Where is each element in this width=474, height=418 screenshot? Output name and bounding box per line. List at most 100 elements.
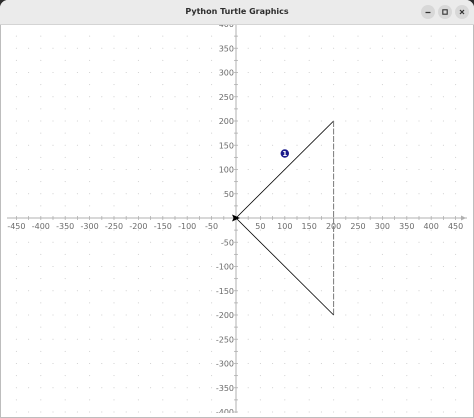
grid-dot bbox=[259, 120, 261, 122]
grid-dot bbox=[381, 144, 383, 146]
grid-dot bbox=[357, 265, 359, 268]
grid-dot bbox=[430, 96, 432, 98]
grid-dot bbox=[406, 265, 408, 268]
grid-dot bbox=[89, 108, 91, 110]
grid-dot bbox=[15, 314, 17, 316]
grid-dot bbox=[64, 265, 66, 268]
grid-dot bbox=[259, 290, 261, 292]
x-tick-label: -50 bbox=[205, 222, 218, 231]
grid-dot bbox=[40, 96, 42, 98]
grid-dot bbox=[64, 302, 66, 304]
grid-dot bbox=[125, 338, 127, 340]
maximize-button[interactable] bbox=[438, 5, 452, 19]
grid-dot bbox=[381, 411, 383, 413]
grid-dot bbox=[211, 156, 213, 158]
grid-dot bbox=[113, 84, 115, 86]
grid-dot bbox=[125, 362, 127, 365]
grid-dot bbox=[198, 338, 200, 340]
grid-dot bbox=[15, 181, 17, 183]
grid-dot bbox=[247, 241, 249, 243]
grid-dot bbox=[247, 193, 249, 195]
grid-dot bbox=[418, 265, 420, 268]
grid-dot bbox=[455, 338, 457, 340]
y-tick-label: -250 bbox=[216, 335, 234, 344]
grid-dot bbox=[15, 326, 17, 328]
grid-dot bbox=[442, 120, 444, 122]
y-tick-label: 50 bbox=[224, 190, 234, 199]
grid-dot bbox=[296, 120, 298, 122]
grid-dot bbox=[113, 193, 115, 195]
grid-dot bbox=[89, 326, 91, 328]
grid-dot bbox=[137, 144, 139, 146]
grid-dot bbox=[211, 193, 213, 195]
grid-dot bbox=[442, 71, 444, 74]
grid-dot bbox=[369, 241, 371, 243]
grid-dot bbox=[406, 375, 408, 377]
grid-dot bbox=[125, 314, 127, 316]
grid-dot bbox=[174, 314, 176, 316]
grid-dot bbox=[369, 144, 371, 146]
grid-dot bbox=[174, 241, 176, 243]
grid-dot bbox=[150, 314, 152, 316]
x-tick-label: 350 bbox=[399, 222, 414, 231]
x-tick-label: -450 bbox=[7, 222, 25, 231]
grid-dot bbox=[406, 144, 408, 146]
grid-dot bbox=[455, 181, 457, 183]
grid-dot bbox=[308, 411, 310, 413]
grid-dot bbox=[64, 35, 66, 37]
grid-dot bbox=[455, 96, 457, 98]
grid-dot bbox=[394, 193, 396, 195]
grid-dot bbox=[137, 411, 139, 413]
grid-dot bbox=[308, 362, 310, 365]
grid-dot bbox=[15, 265, 17, 268]
grid-dot bbox=[186, 350, 188, 352]
grid-dot bbox=[28, 120, 30, 122]
grid-dot bbox=[394, 71, 396, 74]
grid-dot bbox=[40, 338, 42, 340]
grid-dot bbox=[40, 59, 42, 61]
grid-dot bbox=[284, 108, 286, 110]
x-axis-arrow-icon bbox=[461, 215, 466, 221]
grid-dot bbox=[137, 362, 139, 365]
grid-dot bbox=[174, 265, 176, 268]
grid-dot bbox=[137, 241, 139, 243]
grid-dot bbox=[308, 96, 310, 98]
grid-dot bbox=[381, 314, 383, 316]
grid-dot bbox=[15, 411, 17, 413]
y-tick-label: 300 bbox=[219, 69, 234, 78]
grid-dot bbox=[125, 71, 127, 74]
grid-dot bbox=[394, 241, 396, 243]
grid-dot bbox=[308, 399, 310, 401]
grid-dot bbox=[308, 132, 310, 134]
grid-dot bbox=[150, 411, 152, 413]
grid-dot bbox=[418, 168, 420, 171]
grid-dot bbox=[15, 59, 17, 61]
grid-dot bbox=[320, 193, 322, 195]
grid-dot bbox=[284, 35, 286, 37]
grid-dot bbox=[150, 241, 152, 243]
grid-dot bbox=[15, 96, 17, 98]
turtle-canvas[interactable]: -450 -400 -350 -300 -250 -200 -150 -100 -50 50 100… bbox=[7, 25, 467, 413]
grid-dot bbox=[284, 120, 286, 122]
grid-dot bbox=[455, 205, 457, 207]
grid-dot bbox=[64, 314, 66, 316]
grid-dot bbox=[137, 205, 139, 207]
grid-dot bbox=[15, 120, 17, 122]
title-bar[interactable]: Python Turtle Graphics bbox=[0, 0, 474, 25]
grid-dot bbox=[320, 71, 322, 74]
grid-dot bbox=[52, 168, 54, 171]
close-button[interactable] bbox=[455, 5, 469, 19]
grid-dot bbox=[113, 120, 115, 122]
grid-dot bbox=[381, 387, 383, 389]
grid-dot bbox=[113, 241, 115, 243]
grid-dot bbox=[381, 168, 383, 171]
grid-dot bbox=[442, 362, 444, 365]
grid-dot bbox=[406, 108, 408, 110]
grid-dot bbox=[101, 314, 103, 316]
grid-dot bbox=[40, 144, 42, 146]
grid-dot bbox=[381, 71, 383, 74]
grid-dot bbox=[357, 156, 359, 158]
grid-dot bbox=[345, 71, 347, 74]
grid-dot bbox=[442, 290, 444, 292]
minimize-button[interactable] bbox=[421, 5, 435, 19]
